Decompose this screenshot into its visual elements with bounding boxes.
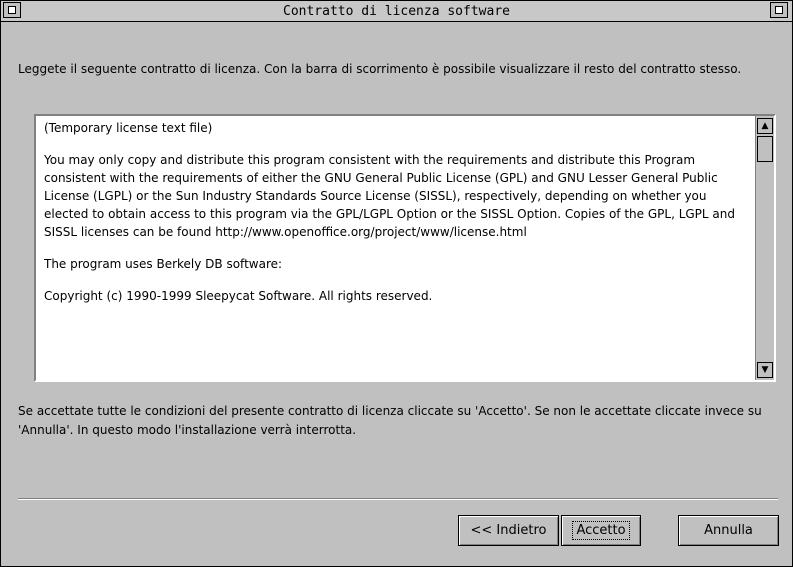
intro-text: Leggete il seguente contratto di licenza…	[18, 60, 778, 78]
license-paragraph: You may only copy and distribute this pr…	[44, 153, 735, 239]
cancel-button[interactable]: Annulla	[678, 515, 779, 546]
license-paragraph: Copyright (c) 1990-1999 Sleepycat Softwa…	[44, 289, 433, 303]
intro-paragraph: Leggete il seguente contratto di licenza…	[18, 62, 742, 76]
instructions-paragraph: Se accettate tutte le condizioni del pre…	[18, 404, 762, 437]
title-bar[interactable]: Contratto di licenza software	[1, 1, 792, 22]
scroll-up-arrow-icon[interactable]: ▲	[757, 118, 773, 134]
license-text: (Temporary license text file) You may on…	[36, 116, 754, 380]
license-paragraph: (Temporary license text file)	[44, 121, 213, 135]
vertical-scrollbar[interactable]: ▲ ▼	[755, 116, 774, 380]
accept-button[interactable]: Accetto	[561, 515, 641, 546]
instructions-text: Se accettate tutte le condizioni del pre…	[18, 402, 778, 440]
scroll-down-arrow-icon[interactable]: ▼	[757, 362, 773, 378]
license-text-box[interactable]: (Temporary license text file) You may on…	[34, 114, 776, 382]
license-paragraph: The program uses Berkely DB software:	[44, 257, 283, 271]
accept-button-label: Accetto	[572, 521, 630, 540]
back-button[interactable]: << Indietro	[458, 515, 559, 546]
license-dialog: Contratto di licenza software Leggete il…	[0, 0, 793, 567]
window-title: Contratto di licenza software	[283, 4, 510, 19]
maximize-icon[interactable]	[770, 2, 788, 18]
separator	[18, 498, 778, 500]
scroll-thumb[interactable]	[757, 136, 773, 162]
